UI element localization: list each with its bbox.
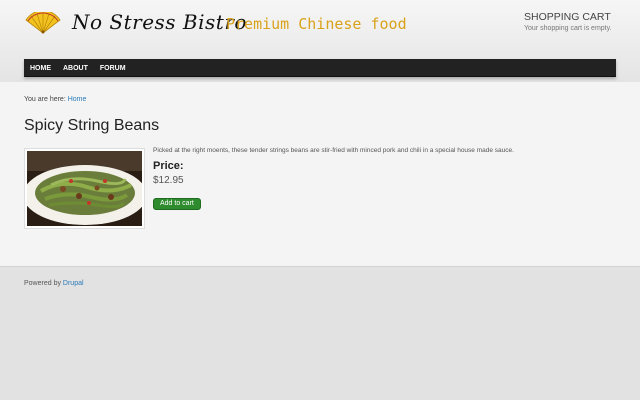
- shopping-cart-title: SHOPPING CART: [524, 11, 611, 23]
- product-description: Picked at the right moents, these tender…: [153, 147, 514, 154]
- nav-item-forum[interactable]: FORUM: [100, 65, 126, 72]
- nav-item-about[interactable]: ABOUT: [63, 65, 88, 72]
- page: No Stress Bistro Premium Chinese food SH…: [0, 0, 640, 400]
- breadcrumb: You are here: Home: [24, 96, 86, 103]
- powered-by: Powered by Drupal: [24, 280, 84, 287]
- main-content: You are here: Home Spicy String Beans Pi…: [0, 82, 640, 266]
- nav-item-home[interactable]: HOME: [30, 65, 51, 72]
- folding-fan-icon[interactable]: [24, 10, 62, 34]
- shopping-cart-status: Your shopping cart is empty.: [524, 25, 612, 32]
- price-label: Price:: [153, 160, 184, 172]
- page-title: Spicy String Beans: [24, 117, 160, 134]
- drupal-link[interactable]: Drupal: [63, 280, 84, 287]
- price-value: $12.95: [153, 175, 184, 186]
- product-image[interactable]: [24, 148, 145, 229]
- add-to-cart-button[interactable]: Add to cart: [153, 198, 201, 210]
- site-name[interactable]: No Stress Bistro: [72, 10, 247, 34]
- food-photo: [27, 151, 142, 226]
- main-nav: HOME ABOUT FORUM: [24, 59, 616, 77]
- powered-by-prefix: Powered by: [24, 280, 61, 287]
- site-footer: Powered by Drupal: [0, 266, 640, 400]
- breadcrumb-prefix: You are here:: [24, 96, 66, 103]
- site-slogan: Premium Chinese food: [226, 15, 407, 33]
- breadcrumb-home-link[interactable]: Home: [68, 96, 87, 103]
